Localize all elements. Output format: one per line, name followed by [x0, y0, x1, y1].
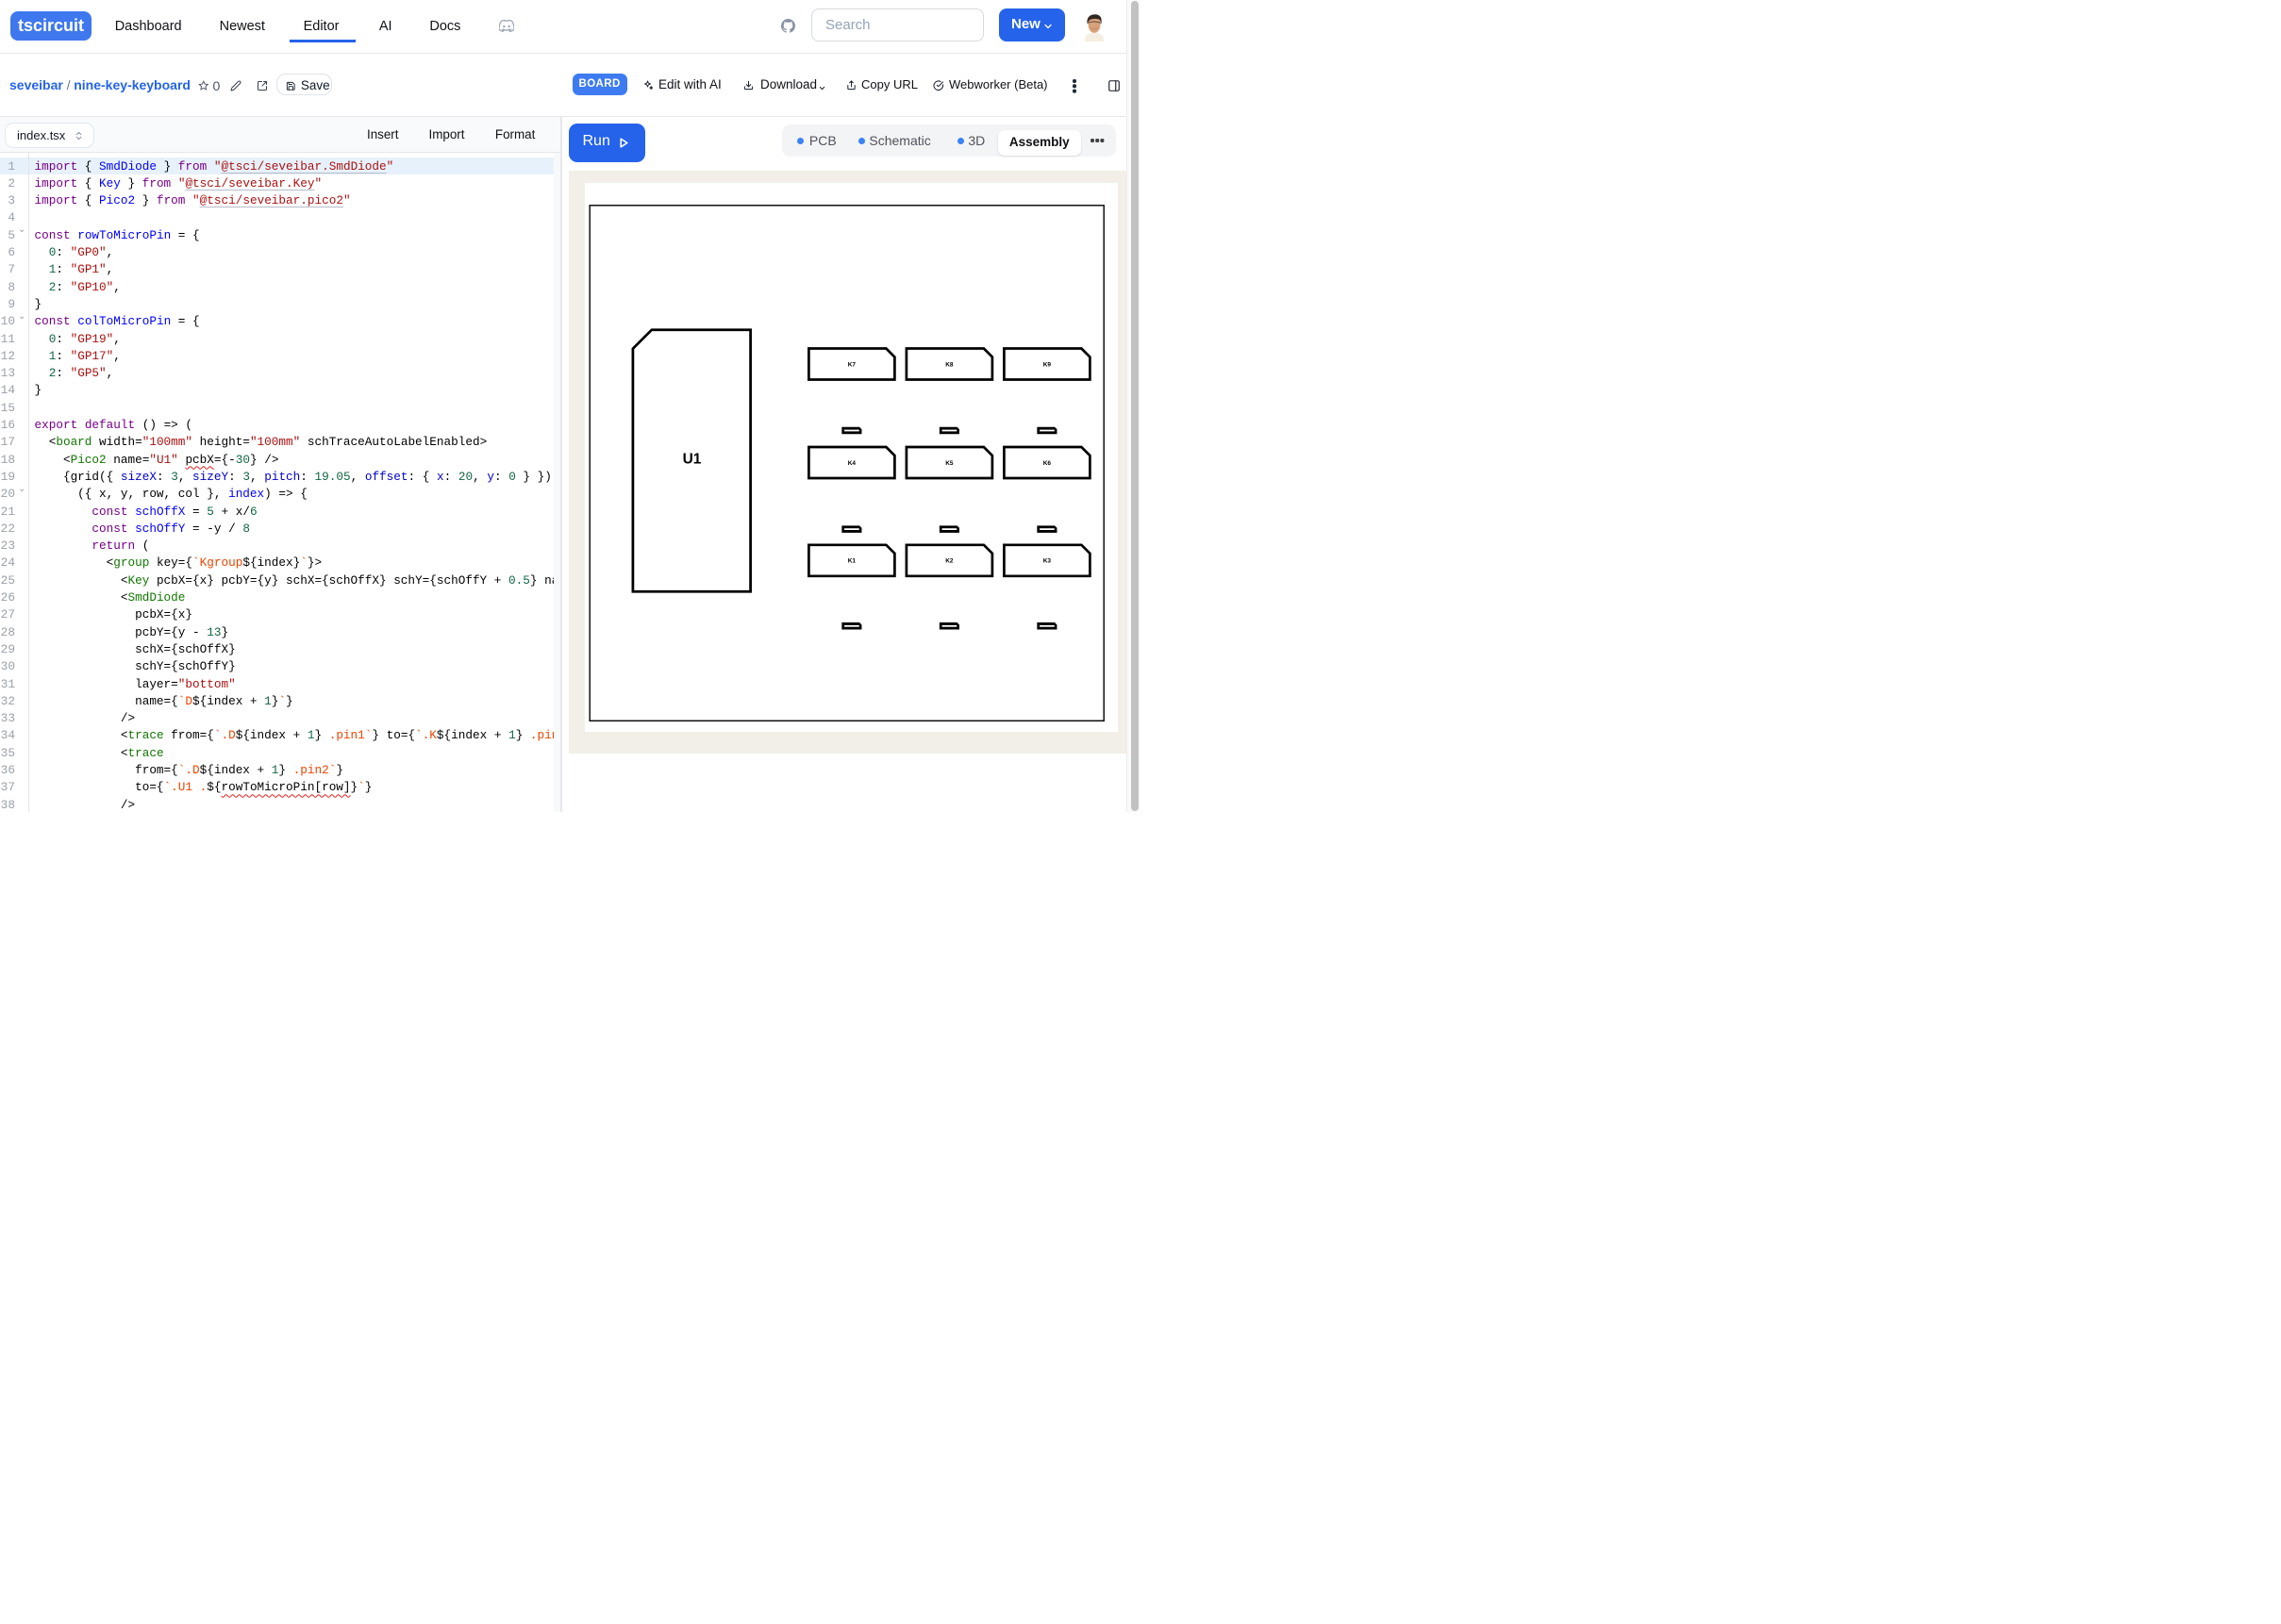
- svg-text:K1: K1: [847, 557, 856, 564]
- svg-text:K6: K6: [1042, 459, 1051, 466]
- svg-text:K5: K5: [945, 459, 954, 466]
- svg-text:K7: K7: [847, 361, 856, 368]
- svg-text:K8: K8: [945, 361, 954, 368]
- svg-text:K3: K3: [1042, 557, 1051, 564]
- svg-text:U1: U1: [682, 451, 701, 467]
- svg-text:K9: K9: [1042, 361, 1051, 368]
- svg-text:K2: K2: [945, 557, 954, 564]
- svg-text:K4: K4: [847, 459, 856, 466]
